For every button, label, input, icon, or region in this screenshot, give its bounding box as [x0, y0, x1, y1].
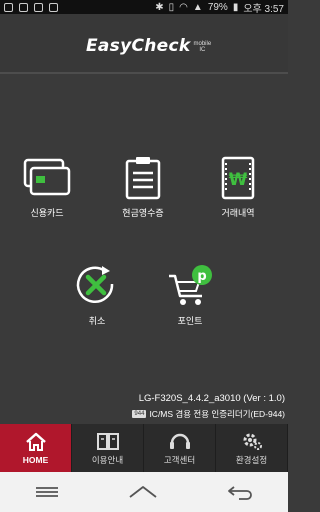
battery-percent: 79%	[207, 1, 228, 13]
notification-icon	[4, 2, 13, 12]
header-divider	[0, 72, 288, 74]
reader-badge: 944	[132, 410, 147, 418]
tab-guide-label: 이용안내	[91, 454, 124, 465]
menu-icon[interactable]	[33, 484, 61, 500]
tab-home[interactable]: HOME	[0, 424, 72, 472]
credit-card-label: 신용카드	[30, 208, 64, 218]
cancel-refresh-icon	[76, 266, 114, 304]
book-icon	[96, 432, 119, 450]
transactions-label: 거래내역	[221, 208, 255, 218]
home-nav-icon[interactable]	[127, 484, 159, 500]
reader-info: 944 IC/MS 겸용 전용 인증리더기(ED-944)	[132, 408, 285, 420]
credit-card-icon	[23, 158, 71, 196]
cash-receipt-button[interactable]: 현금영수증	[98, 156, 188, 219]
app-header: EasyCheck mobile IC	[0, 14, 288, 74]
cancel-label: 취소	[88, 316, 106, 326]
point-label: 포인트	[177, 316, 203, 326]
status-bar: ✱ ▯ ◠ ▲ 79% ▮ 오후 3:57	[0, 0, 288, 15]
clock: 오후 3:57	[243, 3, 284, 15]
tab-customer-center-label: 고객센터	[163, 454, 196, 465]
cancel-button[interactable]: 취소	[52, 264, 142, 327]
reader-text: IC/MS 겸용 전용 인증리더기(ED-944)	[149, 409, 285, 419]
svg-text:₩: ₩	[229, 170, 248, 190]
tab-guide[interactable]: 이용안내	[72, 424, 144, 472]
android-icon	[49, 2, 58, 12]
logo-sub-line2: IC	[199, 47, 206, 53]
bluetooth-icon: ✱	[155, 1, 164, 13]
credit-card-button[interactable]: 신용카드	[2, 156, 92, 219]
logo-subtitle: mobile IC	[193, 41, 211, 53]
signal-icon: ▲	[192, 1, 203, 13]
bottom-tab-bar: HOME 이용안내 고객센터 환경설정	[0, 424, 288, 472]
gear-icon	[243, 433, 262, 450]
notification-icon	[19, 2, 28, 12]
point-cart-icon: p	[169, 265, 212, 305]
tab-home-label: HOME	[22, 454, 49, 465]
back-icon[interactable]	[225, 484, 255, 500]
vibrate-icon: ▯	[168, 1, 175, 13]
tab-settings[interactable]: 환경설정	[216, 424, 288, 472]
version-text: LG-F320S_4.4.2_a3010 (Ver : 1.0)	[138, 393, 285, 404]
transactions-ledger-icon: ₩	[221, 156, 255, 200]
receipt-clipboard-icon	[125, 157, 161, 200]
cash-receipt-label: 현금영수증	[122, 208, 164, 218]
transactions-button[interactable]: ₩ 거래내역	[193, 156, 283, 219]
svg-text:p: p	[197, 269, 206, 284]
battery-icon: ▮	[232, 1, 239, 13]
point-button[interactable]: p 포인트	[145, 264, 235, 327]
logo-text: EasyCheck	[86, 36, 191, 56]
wifi-icon: ◠	[179, 1, 188, 13]
headset-icon	[169, 433, 190, 449]
tab-settings-label: 환경설정	[235, 454, 268, 465]
system-nav-bar	[0, 472, 288, 512]
app-logo: EasyCheck mobile IC	[86, 36, 211, 56]
notification-icon	[34, 2, 43, 12]
tab-customer-center[interactable]: 고객센터	[144, 424, 216, 472]
home-icon	[25, 432, 46, 451]
